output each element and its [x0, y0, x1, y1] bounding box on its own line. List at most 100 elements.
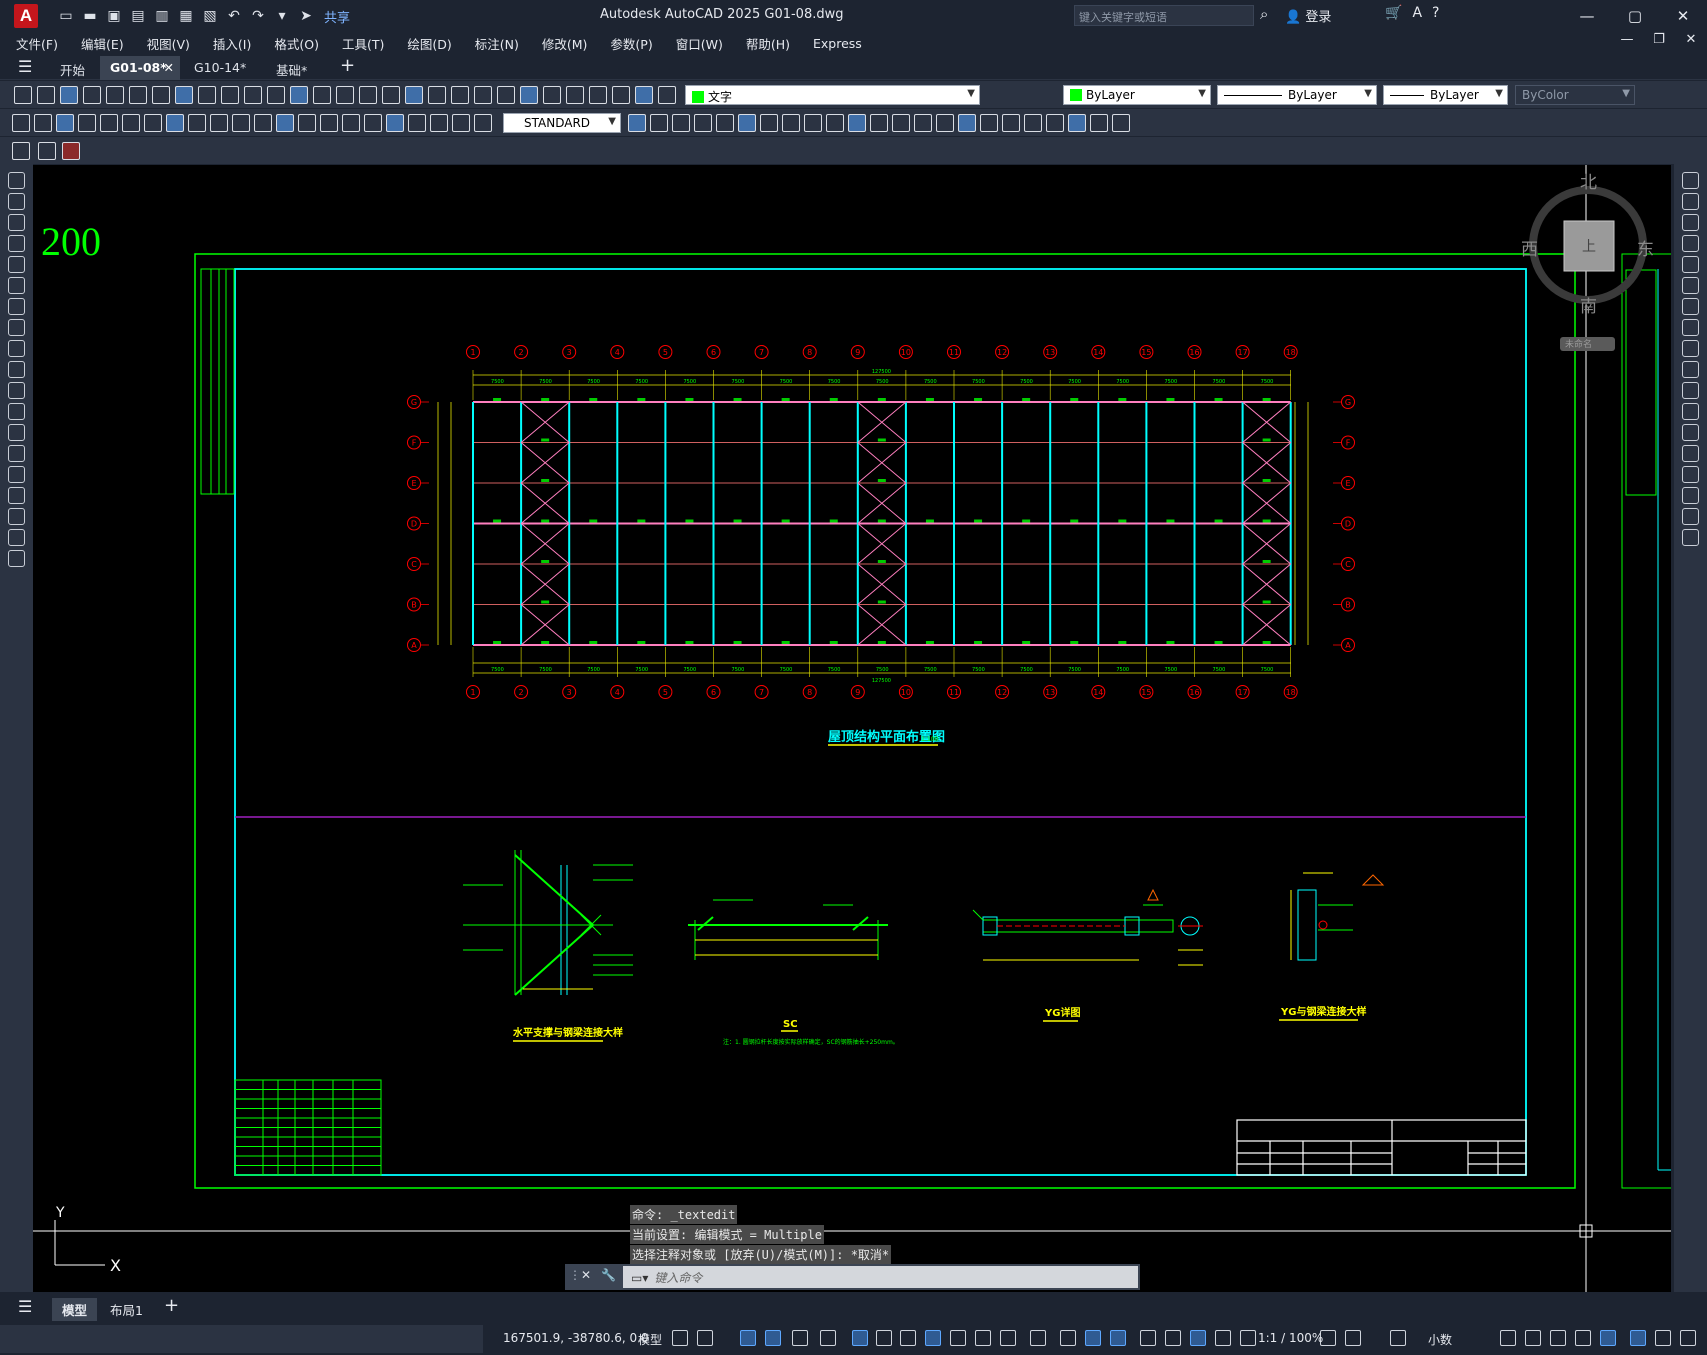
menu-express[interactable]: Express: [813, 36, 862, 51]
dim-tool-45-icon[interactable]: [1112, 114, 1130, 132]
customize-qa-icon[interactable]: ▾: [272, 6, 292, 26]
standard-tool-21-icon[interactable]: [474, 86, 492, 104]
draw-tool-15-icon[interactable]: [8, 466, 25, 483]
standard-tool-13-icon[interactable]: [290, 86, 308, 104]
units-dropdown[interactable]: 小数: [1428, 1331, 1452, 1348]
modify-tool-6-icon[interactable]: [1682, 277, 1699, 294]
status-toggle-31-icon[interactable]: [1630, 1330, 1646, 1346]
status-toggle-32-icon[interactable]: [1655, 1330, 1671, 1346]
draw-tool-10-icon[interactable]: [8, 361, 25, 378]
dim-tool-28-icon[interactable]: [738, 114, 756, 132]
dim-tool-37-icon[interactable]: [936, 114, 954, 132]
viewcube-east[interactable]: 东: [1637, 240, 1654, 260]
standard-tool-12-icon[interactable]: [267, 86, 285, 104]
dim-tool-30-icon[interactable]: [782, 114, 800, 132]
modify-tool-4-icon[interactable]: [1682, 235, 1699, 252]
tab-layout1[interactable]: 布局1: [100, 1298, 153, 1321]
dim-tool-14-icon[interactable]: [298, 114, 316, 132]
standard-tool-2-icon[interactable]: [37, 86, 55, 104]
autodesk-app-icon[interactable]: A: [1412, 5, 1422, 21]
dim-tool-24-icon[interactable]: [650, 114, 668, 132]
standard-tool-15-icon[interactable]: [336, 86, 354, 104]
status-toggle-12-icon[interactable]: [975, 1330, 991, 1346]
modify-tool-16-icon[interactable]: [1682, 487, 1699, 504]
dim-tool-35-icon[interactable]: [892, 114, 910, 132]
menu-format[interactable]: 格式(O): [274, 34, 319, 53]
draw-tool-19-icon[interactable]: [8, 550, 25, 567]
status-toggle-25-icon[interactable]: [1390, 1330, 1406, 1346]
status-toggle-27-icon[interactable]: [1525, 1330, 1541, 1346]
standard-tool-7-icon[interactable]: [152, 86, 170, 104]
undo-icon[interactable]: ↶: [224, 6, 244, 26]
dim-tool-2-icon[interactable]: [34, 114, 52, 132]
menu-dimension[interactable]: 标注(N): [475, 34, 519, 53]
modify-tool-13-icon[interactable]: [1682, 424, 1699, 441]
viewcube[interactable]: 上 北 南 东 西 未命名: [1521, 173, 1654, 351]
dim-tool-19-icon[interactable]: [408, 114, 426, 132]
minimize-button[interactable]: —: [1563, 0, 1611, 32]
draw-tool-16-icon[interactable]: [8, 487, 25, 504]
draw-tool-11-icon[interactable]: [8, 382, 25, 399]
menu-tools[interactable]: 工具(T): [342, 34, 384, 53]
status-toggle-20-icon[interactable]: [1190, 1330, 1206, 1346]
dim-tool-40-icon[interactable]: [1002, 114, 1020, 132]
dim-tool-12-icon[interactable]: [254, 114, 272, 132]
dim-tool-32-icon[interactable]: [826, 114, 844, 132]
status-toggle-7-icon[interactable]: [852, 1330, 868, 1346]
dim-tool-44-icon[interactable]: [1090, 114, 1108, 132]
modify-tool-11-icon[interactable]: [1682, 382, 1699, 399]
standard-tool-28-icon[interactable]: [635, 86, 653, 104]
doc-minimize-button[interactable]: —: [1611, 32, 1643, 47]
layer-dropdown[interactable]: 文字 ▼: [685, 85, 980, 105]
attribute-edit-icon[interactable]: [38, 142, 56, 160]
standard-tool-26-icon[interactable]: [589, 86, 607, 104]
dim-tool-16-icon[interactable]: [342, 114, 360, 132]
standard-tool-18-icon[interactable]: [405, 86, 423, 104]
command-prompt-icon[interactable]: ▭▾: [631, 1271, 648, 1285]
block-edit-icon[interactable]: [12, 142, 30, 160]
draw-tool-1-icon[interactable]: [8, 172, 25, 189]
standard-tool-10-icon[interactable]: [221, 86, 239, 104]
dim-tool-42-icon[interactable]: [1046, 114, 1064, 132]
draw-tool-7-icon[interactable]: [8, 298, 25, 315]
doc-restore-button[interactable]: ❐: [1643, 32, 1675, 47]
dim-tool-34-icon[interactable]: [870, 114, 888, 132]
dim-tool-29-icon[interactable]: [760, 114, 778, 132]
status-toggle-14-icon[interactable]: [1030, 1330, 1046, 1346]
linetype-dropdown[interactable]: ByLayer ▼: [1217, 85, 1377, 105]
standard-tool-5-icon[interactable]: [106, 86, 124, 104]
share-button[interactable]: 共享: [324, 7, 350, 26]
draw-tool-4-icon[interactable]: [8, 235, 25, 252]
standard-tool-23-icon[interactable]: [520, 86, 538, 104]
dim-tool-41-icon[interactable]: [1024, 114, 1042, 132]
status-toggle-29-icon[interactable]: [1575, 1330, 1591, 1346]
dim-tool-3-icon[interactable]: [56, 114, 74, 132]
dim-tool-38-icon[interactable]: [958, 114, 976, 132]
status-toggle-24-icon[interactable]: [1345, 1330, 1361, 1346]
help-icon[interactable]: ?: [1432, 5, 1439, 21]
standard-tool-17-icon[interactable]: [382, 86, 400, 104]
model-space-toggle[interactable]: 模型: [638, 1331, 662, 1348]
status-toggle-22-icon[interactable]: [1240, 1330, 1256, 1346]
standard-tool-11-icon[interactable]: [244, 86, 262, 104]
text-style-dropdown[interactable]: STANDARD ▼: [503, 113, 621, 133]
dim-tool-17-icon[interactable]: [364, 114, 382, 132]
dim-tool-43-icon[interactable]: [1068, 114, 1086, 132]
status-toggle-3-icon[interactable]: [740, 1330, 756, 1346]
tab-foundation[interactable]: 基础*: [266, 56, 317, 80]
status-toggle-1-icon[interactable]: [672, 1330, 688, 1346]
modify-tool-1-icon[interactable]: [1682, 172, 1699, 189]
status-toggle-11-icon[interactable]: [950, 1330, 966, 1346]
plotstyle-dropdown[interactable]: ByColor ▼: [1515, 85, 1635, 105]
cart-icon[interactable]: 🛒: [1385, 5, 1402, 21]
modify-tool-9-icon[interactable]: [1682, 340, 1699, 357]
modify-tool-8-icon[interactable]: [1682, 319, 1699, 336]
draw-tool-12-icon[interactable]: [8, 403, 25, 420]
redo-icon[interactable]: ↷: [248, 6, 268, 26]
doc-close-button[interactable]: ✕: [1675, 32, 1707, 47]
status-toggle-10-icon[interactable]: [925, 1330, 941, 1346]
close-tab-icon[interactable]: ✕: [164, 60, 174, 75]
status-toggle-26-icon[interactable]: [1500, 1330, 1516, 1346]
standard-tool-20-icon[interactable]: [451, 86, 469, 104]
status-toggle-8-icon[interactable]: [876, 1330, 892, 1346]
